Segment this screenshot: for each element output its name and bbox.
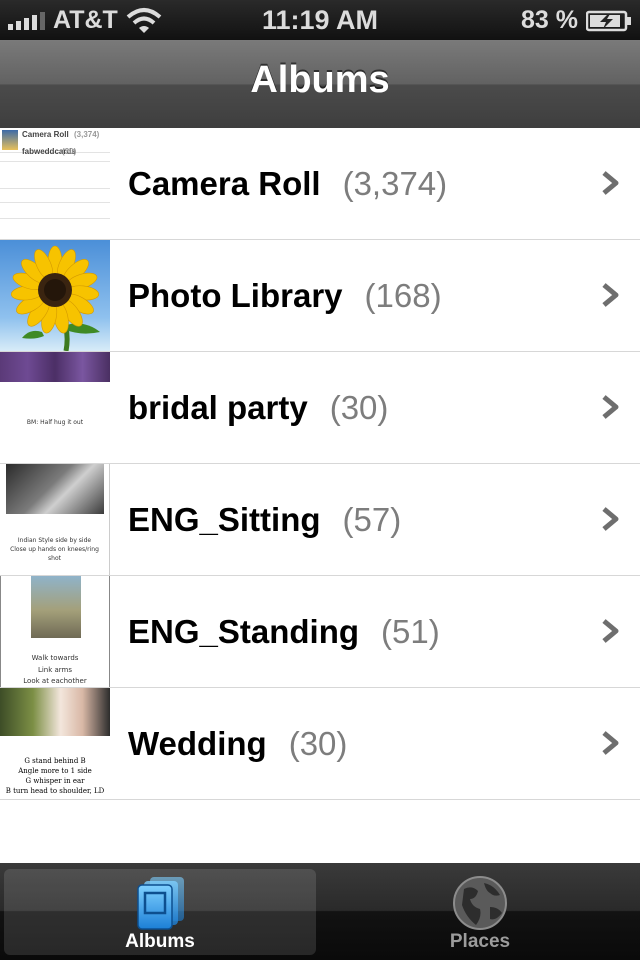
wedding-photo: [0, 688, 110, 736]
globe-icon: [453, 876, 507, 930]
album-label: Camera Roll (3,374): [128, 128, 447, 239]
mini-photo-icon: [2, 130, 18, 150]
status-right: 83 %: [521, 6, 632, 35]
album-count: (30): [288, 724, 348, 762]
album-row-wedding[interactable]: G stand behind B Angle more to 1 side G …: [0, 688, 640, 800]
album-label: Photo Library (168): [128, 240, 442, 351]
thumb-note: Look at eachother: [23, 677, 87, 685]
album-name: ENG_Standing: [128, 612, 360, 650]
tab-albums[interactable]: Albums: [4, 869, 316, 955]
album-row-eng-sitting[interactable]: Indian Style side by side Close up hands…: [0, 464, 640, 576]
album-thumbnail: G stand behind B Angle more to 1 side G …: [0, 688, 110, 799]
chevron-right-icon: [602, 171, 619, 195]
album-thumbnail: Walk towards Link arms Look at eachother: [0, 576, 110, 687]
thumb-text: (3,374): [74, 130, 100, 139]
album-name: Wedding: [128, 724, 267, 762]
page-title: Albums: [250, 59, 390, 101]
thumb-text: Camera Roll: [22, 130, 69, 139]
tab-label: Places: [449, 931, 511, 952]
album-thumbnail: BM: Half hug it out: [0, 352, 110, 463]
album-count: (30): [329, 388, 389, 426]
chevron-right-icon: [602, 283, 619, 307]
album-count: (51): [381, 612, 440, 650]
album-label: ENG_Standing (51): [128, 576, 440, 687]
engagement-photo: [31, 576, 81, 638]
chevron-right-icon: [602, 619, 619, 643]
thumb-text: (30): [62, 147, 77, 156]
album-name: Photo Library: [128, 276, 343, 314]
album-count: (3,374): [342, 164, 448, 202]
album-list[interactable]: Camera Roll (3,374) fabweddcards (30) Ca…: [0, 128, 640, 800]
album-name: bridal party: [128, 388, 308, 426]
album-thumbnail: [0, 240, 110, 351]
album-row-photo-library[interactable]: Photo Library (168): [0, 240, 640, 352]
battery-charging-icon: [586, 10, 631, 31]
thumb-note: Walk towards: [31, 654, 79, 662]
album-thumbnail: Camera Roll (3,374) fabweddcards (30): [0, 128, 110, 239]
album-label: Wedding (30): [128, 688, 347, 799]
tab-label: Albums: [125, 931, 195, 952]
thumb-note: shot: [48, 555, 61, 562]
album-name: ENG_Sitting: [128, 500, 321, 538]
album-row-bridal-party[interactable]: BM: Half hug it out bridal party (30): [0, 352, 640, 464]
thumb-note: Indian Style side by side: [17, 537, 92, 544]
chevron-right-icon: [602, 507, 619, 531]
album-row-camera-roll[interactable]: Camera Roll (3,374) fabweddcards (30) Ca…: [0, 128, 640, 240]
album-label: ENG_Sitting (57): [128, 464, 401, 575]
album-name: Camera Roll: [128, 164, 321, 202]
thumb-note: Link arms: [37, 666, 73, 674]
engagement-photo: [6, 464, 104, 514]
thumb-note: G whisper in ear: [25, 777, 85, 785]
albums-icon: [137, 877, 184, 930]
album-thumbnail: Indian Style side by side Close up hands…: [0, 464, 110, 575]
album-row-eng-standing[interactable]: Walk towards Link arms Look at eachother…: [0, 576, 640, 688]
thumb-note: B turn head to shoulder, LD: [5, 787, 105, 795]
bridal-photo: [0, 352, 110, 382]
navigation-bar: Albums: [0, 40, 640, 130]
chevron-right-icon: [602, 395, 619, 419]
thumb-note: BM: Half hug it out: [26, 419, 84, 426]
album-label: bridal party (30): [128, 352, 388, 463]
status-bar: AT&T 11:19 AM 83 %: [0, 0, 640, 40]
battery-percent: 83 %: [521, 6, 578, 34]
album-count: (168): [364, 276, 442, 314]
thumb-note: Angle more to 1 side: [18, 767, 92, 775]
thumb-note: Close up hands on knees/ring: [10, 546, 99, 553]
sunflower-image: [10, 245, 100, 351]
tab-places[interactable]: Places: [324, 869, 636, 955]
chevron-right-icon: [602, 731, 619, 755]
album-count: (57): [342, 500, 402, 538]
thumb-note: G stand behind B: [24, 757, 86, 765]
tab-bar: Albums Places: [0, 863, 640, 960]
